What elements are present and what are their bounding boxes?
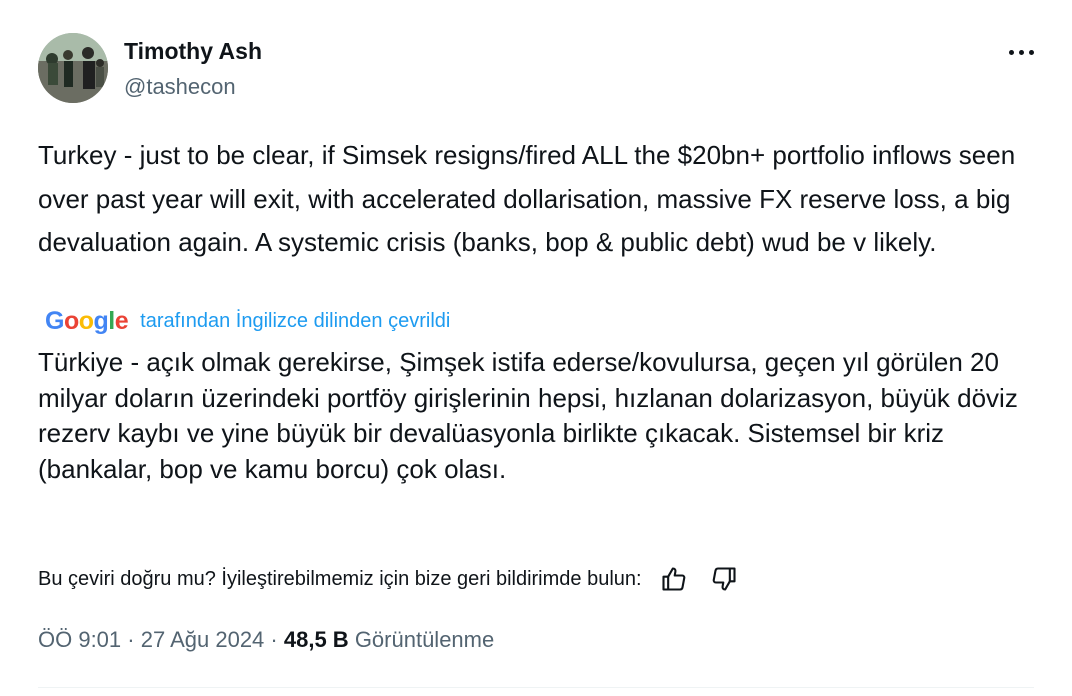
thumbs-up-icon[interactable] — [656, 562, 692, 596]
tweet-text: Turkey - just to be clear, if Simsek res… — [38, 140, 1016, 257]
meta-separator: · — [264, 627, 284, 652]
views-count: 48,5 B — [283, 627, 349, 652]
tweet-time[interactable]: ÖÖ 9:01 — [38, 627, 121, 653]
meta-separator: · — [121, 627, 141, 652]
feedback-prompt: Bu çeviri doğru mu? İyileştirebilmemiz i… — [38, 567, 642, 590]
more-options-icon[interactable] — [1005, 38, 1039, 66]
author-name[interactable]: Timothy Ash — [124, 38, 262, 65]
views-label: Görüntülenme — [354, 627, 495, 652]
avatar[interactable] — [38, 33, 108, 103]
thumbs-down-icon[interactable] — [706, 562, 742, 596]
author-handle[interactable]: @tashecon — [124, 74, 236, 100]
translated-text: Türkiye - açık olmak gerekirse, Şimşek i… — [38, 347, 1018, 484]
translation-feedback: Bu çeviri doğru mu? İyileştirebilmemiz i… — [38, 562, 742, 596]
divider — [38, 687, 1034, 688]
translated-from-link[interactable]: tarafından İngilizce dilinden çevrildi — [140, 310, 450, 333]
translation-attribution: Google tarafından İngilizce dilinden çev… — [45, 304, 450, 338]
google-logo: Google — [45, 306, 129, 335]
tweet-date[interactable]: 27 Ağu 2024 — [141, 627, 265, 653]
tweet-meta: ÖÖ 9:01 · 27 Ağu 2024 · 48,5 B Görüntüle… — [38, 624, 494, 656]
